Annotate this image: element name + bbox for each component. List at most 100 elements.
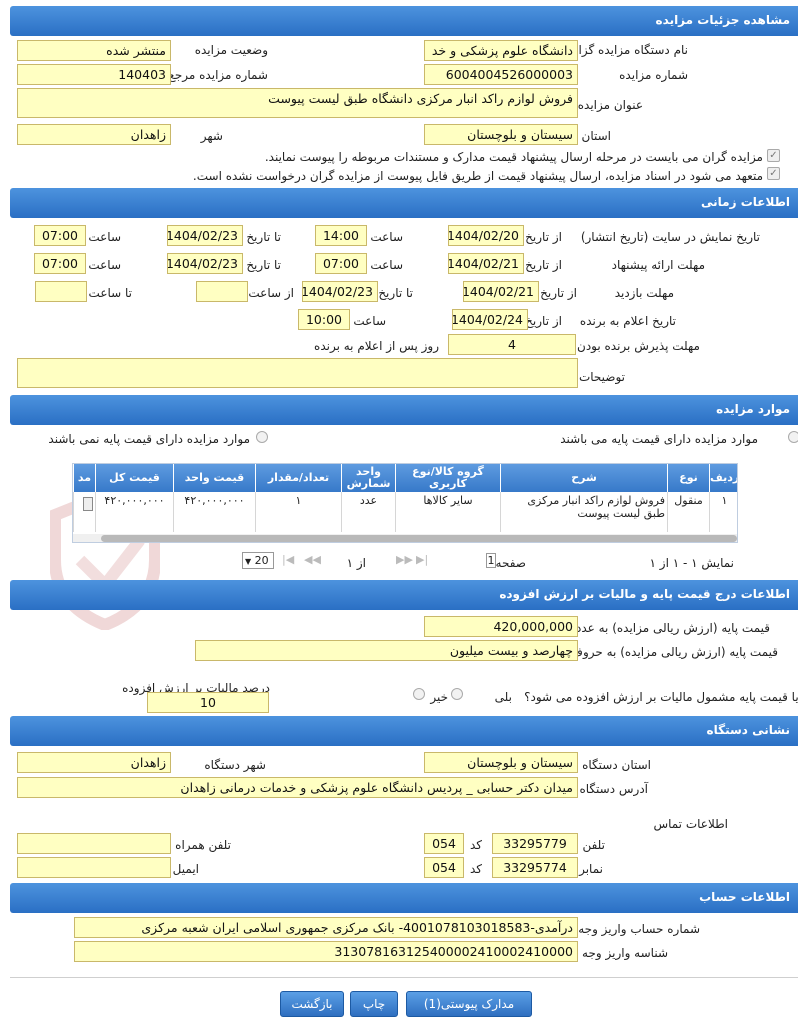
with-base-price-radio[interactable]: [788, 431, 798, 443]
ref-number-field: 140403: [17, 64, 171, 85]
phone-label: تلفن: [582, 838, 605, 852]
table-horizontal-scrollbar[interactable]: [73, 534, 737, 542]
email-label: ایمیل: [172, 862, 199, 876]
vat-yes-label: بلی: [494, 690, 512, 704]
section-title-price: اطلاعات درج قیمت پایه و مالیات بر ارزش ا…: [499, 587, 790, 601]
vat-yes-radio[interactable]: [451, 688, 463, 700]
org-province-label: استان دستگاه: [582, 758, 651, 772]
cell-documents: [73, 492, 95, 532]
pager-last-icon[interactable]: |◀: [282, 553, 294, 566]
cell-total-price: ۴۲۰,۰۰۰,۰۰۰: [95, 492, 173, 532]
cell-row-number: ۱: [709, 492, 737, 532]
section-title-address: نشانی دستگاه: [706, 723, 790, 737]
base-price-words-field: چهارصد و بیست میلیون: [195, 640, 578, 661]
ref-number-label: شماره مزایده مرجع: [168, 68, 268, 82]
vat-question-label: آیا قیمت پایه مشمول مالیات بر ارزش افزود…: [524, 690, 798, 704]
visit-from-hour-label: از ساعت: [248, 286, 294, 300]
offer-to-time-field: 07:00: [34, 253, 86, 274]
page-size-select[interactable]: ▼ 20: [242, 552, 274, 569]
city-label: شهر: [200, 129, 223, 143]
org-city-field: زاهدان: [17, 752, 171, 773]
scrollbar-thumb[interactable]: [101, 535, 737, 542]
org-field: دانشگاه علوم پزشکی و خد: [424, 40, 578, 61]
visit-to-date-label: تا تاریخ: [378, 286, 413, 300]
province-label: استان: [581, 129, 611, 143]
mobile-label: تلفن همراه: [175, 838, 231, 852]
visit-from-date-label: از تاریخ: [540, 286, 577, 300]
contact-info-label: اطلاعات تماس: [653, 817, 728, 831]
col-header-unit: واحد شمارش: [341, 464, 395, 492]
fax-field: 33295774: [492, 857, 578, 878]
shaba-label: شناسه واریز وجه: [582, 946, 668, 960]
announce-time-field: 10:00: [298, 309, 350, 330]
display-from-hour-label: ساعت: [370, 230, 403, 244]
attachment-required-checkbox: ✓: [767, 149, 780, 162]
section-title-timing: اطلاعات زمانی: [701, 195, 790, 209]
without-base-price-radio[interactable]: [256, 431, 268, 443]
phone-code-label: کد: [469, 838, 482, 852]
description-label: توضیحات: [578, 370, 625, 384]
accept-days-field: 4: [448, 334, 576, 355]
display-to-time-field: 07:00: [34, 225, 86, 246]
cell-type: منقول: [667, 492, 709, 532]
col-header-quantity: تعداد/مقدار: [255, 464, 341, 492]
vat-no-label: خیر: [430, 690, 448, 704]
section-header-details: مشاهده جزئیات مزایده: [10, 6, 798, 36]
col-header-description: شرح: [500, 464, 667, 492]
vat-no-radio[interactable]: [413, 688, 425, 700]
offer-deadline-label: مهلت ارائه پیشنهاد: [611, 258, 705, 272]
cell-unit-price: ۴۲۰,۰۰۰,۰۰۰: [173, 492, 255, 532]
col-header-type: نوع: [667, 464, 709, 492]
pager-summary: نمایش ۱ - ۱ از ۱: [649, 556, 734, 570]
section-header-timing: اطلاعات زمانی: [10, 188, 798, 218]
cell-group: سایر کالاها: [395, 492, 500, 532]
pager-first-icon[interactable]: ▶|: [416, 553, 428, 566]
attachments-button[interactable]: مدارک پیوستی(1): [406, 991, 532, 1017]
display-to-date-field: 1404/02/23: [167, 225, 243, 246]
base-price-numeric-label: قیمت پایه (ارزش ریالی مزایده) به عدد: [575, 621, 770, 635]
title-label: عنوان مزایده: [577, 98, 643, 112]
col-header-group: گروه کالا/نوع کاربری: [395, 464, 500, 492]
fax-code-label: کد: [469, 862, 482, 876]
phone-field: 33295779: [492, 833, 578, 854]
display-from-date-field: 1404/02/20: [448, 225, 524, 246]
print-button[interactable]: چاپ: [350, 991, 398, 1017]
accept-days-suffix: روز پس از اعلام به برنده: [314, 339, 439, 353]
pager-page-input[interactable]: 1: [486, 553, 496, 568]
offer-from-date-label: از تاریخ: [525, 258, 562, 272]
display-from-date-label: از تاریخ: [525, 230, 562, 244]
section-title-account: اطلاعات حساب: [699, 890, 790, 904]
section-header-address: نشانی دستگاه: [10, 716, 798, 746]
phone-code-field: 054: [424, 833, 464, 854]
offer-to-hour-label: ساعت: [88, 258, 121, 272]
col-header-documents: مد: [73, 464, 95, 492]
pager-prev-icon[interactable]: ◀◀: [304, 553, 321, 566]
no-file-offer-checkbox: ✓: [767, 167, 780, 180]
cell-description: فروش لوازم راکد انبار مرکزی طبق لیست پیو…: [500, 492, 667, 532]
offer-to-date-field: 1404/02/23: [167, 253, 243, 274]
offer-from-hour-label: ساعت: [370, 258, 403, 272]
col-header-unit-price: قیمت واحد: [173, 464, 255, 492]
visit-to-time-field: [35, 281, 87, 302]
back-button[interactable]: بازگشت: [280, 991, 344, 1017]
section-title-details: مشاهده جزئیات مزایده: [655, 13, 790, 27]
description-field: [17, 358, 578, 388]
account-number-label: شماره حساب واریز وجه: [578, 922, 700, 936]
pager-next-icon[interactable]: ▶▶: [396, 553, 413, 566]
documents-button[interactable]: [83, 497, 93, 511]
org-city-label: شهر دستگاه: [204, 758, 266, 772]
display-to-date-label: تا تاریخ: [246, 230, 281, 244]
base-price-words-label: قیمت پایه (ارزش ریالی مزایده) به حروف: [570, 645, 778, 659]
province-field: سیستان و بلوچستان: [424, 124, 578, 145]
with-base-price-label: موارد مزایده دارای قیمت پایه می باشند: [560, 432, 758, 446]
divider-line: [10, 977, 798, 978]
account-number-field: درآمدی-4001078103018583- بانک مرکزی جمهو…: [74, 917, 578, 938]
announce-date-label: تاریخ اعلام به برنده: [579, 314, 676, 328]
section-header-account: اطلاعات حساب: [10, 883, 798, 913]
no-file-offer-text: متعهد می شود در اسناد مزایده، ارسال پیشن…: [192, 169, 763, 183]
org-address-label: آدرس دستگاه: [579, 782, 648, 796]
status-label: وضعیت مزایده: [194, 43, 268, 57]
mobile-field: [17, 833, 171, 854]
org-label: نام دستگاه مزایده گزار: [572, 43, 688, 57]
announce-hour-label: ساعت: [353, 314, 386, 328]
